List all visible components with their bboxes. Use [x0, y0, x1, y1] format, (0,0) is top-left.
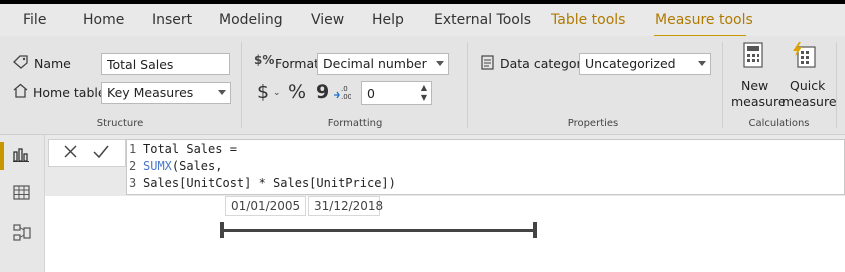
date-slider-track[interactable]: [222, 229, 536, 232]
name-field[interactable]: Total Sales: [101, 53, 230, 75]
tag-icon: [13, 55, 29, 72]
format-label: Format: [275, 56, 320, 71]
date-slider-start-handle[interactable]: [220, 222, 224, 238]
data-category-value: Uncategorized: [585, 56, 676, 71]
line-number: 2: [129, 159, 137, 173]
check-icon[interactable]: [92, 144, 110, 162]
format-icon: $%: [254, 53, 275, 67]
home-table-value: Key Measures: [107, 85, 194, 100]
data-view-icon[interactable]: [13, 185, 30, 203]
formula-commit-buttons: [48, 139, 126, 167]
new-measure-button[interactable]: New measure: [728, 40, 786, 112]
comma-style-button[interactable]: 9: [316, 83, 329, 102]
line-number: 1: [129, 142, 137, 156]
report-canvas: [45, 196, 845, 272]
view-switcher-rail: [0, 135, 45, 272]
home-icon: [12, 83, 29, 101]
menu-external-tools[interactable]: External Tools: [434, 12, 531, 28]
quick-measure-label-2: measure: [782, 94, 837, 109]
group-divider: [241, 42, 242, 128]
active-view-indicator: [0, 142, 4, 170]
data-category-icon: [481, 55, 494, 73]
calculations-group-title: Calculations: [748, 118, 810, 129]
menu-bar: File Home Insert Modeling View Help Exte…: [0, 4, 845, 38]
menu-measure-tools[interactable]: Measure tools: [655, 12, 753, 28]
menu-table-tools[interactable]: Table tools: [551, 12, 625, 28]
menu-file[interactable]: File: [23, 12, 46, 28]
name-label: Name: [34, 56, 71, 71]
stepper-up-icon[interactable]: ▲: [421, 84, 427, 92]
date-slider-end-handle[interactable]: [533, 222, 537, 238]
home-table-label: Home table: [33, 85, 106, 100]
new-measure-icon: [743, 42, 763, 71]
code-line-2: 2 SUMX(Sales,: [129, 158, 222, 175]
group-divider: [467, 42, 468, 128]
decimal-places-stepper[interactable]: 0 ▲ ▼: [361, 81, 432, 105]
report-view-icon[interactable]: [13, 147, 30, 165]
menu-home[interactable]: Home: [83, 12, 124, 28]
code-keyword: SUMX: [143, 159, 172, 173]
decimal-places-icon[interactable]: .0.00: [333, 84, 352, 103]
quick-measure-label-1: Quick: [790, 78, 826, 93]
home-table-dropdown[interactable]: Key Measures: [101, 82, 231, 104]
percent-button[interactable]: %: [288, 83, 306, 102]
format-dropdown[interactable]: Decimal number: [317, 53, 449, 75]
ribbon: Name Total Sales Home table Key Measures…: [0, 36, 845, 135]
chevron-down-icon: [436, 61, 444, 66]
data-category-dropdown[interactable]: Uncategorized: [579, 53, 711, 75]
line-number: 3: [129, 176, 137, 190]
svg-text:.00: .00: [341, 93, 351, 100]
group-divider: [836, 42, 837, 128]
data-category-label: Data category: [500, 56, 590, 71]
menu-help[interactable]: Help: [372, 12, 404, 28]
close-icon[interactable]: [63, 144, 78, 162]
code-line-3: 3 Sales[UnitCost] * Sales[UnitPrice]): [129, 175, 396, 192]
dax-formula-editor[interactable]: 1 Total Sales = 2 SUMX(Sales, 3 Sales[UnitC…: [126, 139, 845, 195]
format-value: Decimal number: [323, 56, 427, 71]
menu-insert[interactable]: Insert: [152, 12, 192, 28]
chevron-down-icon: [218, 90, 226, 95]
currency-button[interactable]: $: [257, 83, 269, 102]
new-measure-label-2: measure: [731, 94, 786, 109]
model-view-icon[interactable]: [13, 224, 31, 245]
properties-group-title: Properties: [567, 118, 619, 129]
slicer-start-date[interactable]: 01/01/2005: [225, 196, 306, 216]
group-divider: [722, 42, 723, 128]
code-text: Total Sales =: [143, 142, 237, 156]
svg-text:.0: .0: [341, 85, 348, 93]
stepper-down-icon[interactable]: ▼: [421, 94, 427, 102]
structure-group-title: Structure: [96, 118, 144, 129]
formatting-group-title: Formatting: [327, 118, 383, 129]
currency-chevron-icon[interactable]: ⌄: [273, 89, 281, 98]
new-measure-label-1: New: [741, 78, 769, 93]
decimal-places-value: 0: [367, 86, 375, 101]
chevron-down-icon: [698, 61, 706, 66]
quick-measure-icon: [792, 42, 818, 71]
code-line-1: 1 Total Sales =: [129, 141, 237, 158]
code-text: Sales[UnitCost] * Sales[UnitPrice]): [143, 176, 396, 190]
quick-measure-button[interactable]: Quick measure: [780, 40, 837, 112]
code-text: (Sales,: [171, 159, 223, 173]
menu-view[interactable]: View: [311, 12, 344, 28]
menu-modeling[interactable]: Modeling: [219, 12, 283, 28]
slicer-end-date[interactable]: 31/12/2018: [308, 196, 383, 216]
